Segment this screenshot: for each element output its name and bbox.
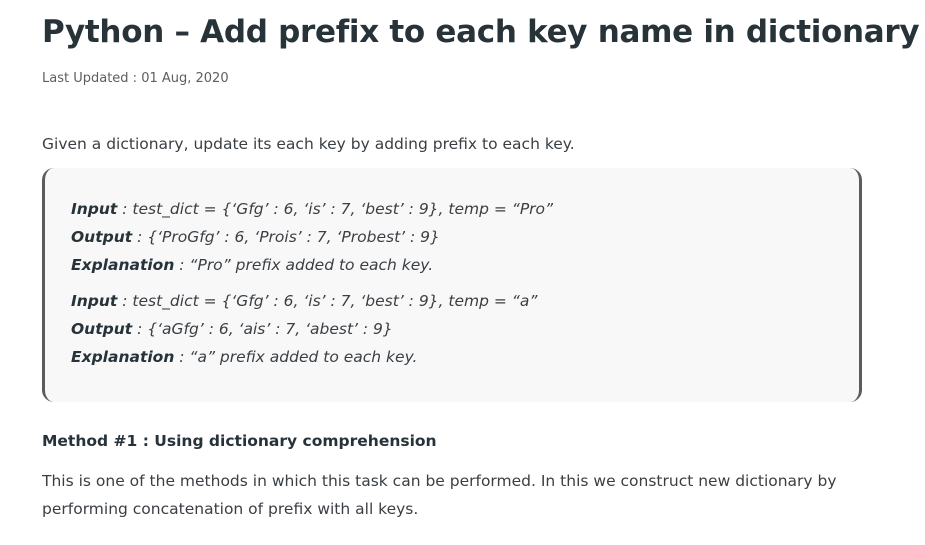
example-output-line: Output : {‘aGfg’ : 6, ‘ais’ : 7, ‘abest’… bbox=[71, 315, 859, 343]
last-updated-date: Last Updated : 01 Aug, 2020 bbox=[42, 71, 229, 86]
output-label: Output bbox=[71, 320, 133, 338]
example-output-line: Output : {‘ProGfg’ : 6, ‘Prois’ : 7, ‘Pr… bbox=[71, 223, 859, 251]
example-input-line: Input : test_dict = {‘Gfg’ : 6, ‘is’ : 7… bbox=[71, 287, 859, 315]
example-input-line: Input : test_dict = {‘Gfg’ : 6, ‘is’ : 7… bbox=[71, 195, 859, 223]
input-label: Input bbox=[71, 200, 118, 218]
example-group-1: Input : test_dict = {‘Gfg’ : 6, ‘is’ : 7… bbox=[71, 195, 859, 279]
intro-paragraph: Given a dictionary, update its each key … bbox=[42, 135, 575, 153]
output-value: : {‘aGfg’ : 6, ‘ais’ : 7, ‘abest’ : 9} bbox=[132, 320, 393, 338]
input-value: : test_dict = {‘Gfg’ : 6, ‘is’ : 7, ‘bes… bbox=[117, 200, 554, 218]
explanation-label: Explanation bbox=[71, 256, 175, 274]
page-title: Python – Add prefix to each key name in … bbox=[42, 14, 920, 50]
example-explanation-line: Explanation : “Pro” prefix added to each… bbox=[71, 251, 859, 279]
input-label: Input bbox=[71, 292, 118, 310]
explanation-label: Explanation bbox=[71, 348, 175, 366]
explanation-value: : “Pro” prefix added to each key. bbox=[174, 256, 434, 274]
example-group-2: Input : test_dict = {‘Gfg’ : 6, ‘is’ : 7… bbox=[71, 287, 859, 371]
example-box: Input : test_dict = {‘Gfg’ : 6, ‘is’ : 7… bbox=[42, 168, 862, 402]
method-heading: Method #1 : Using dictionary comprehensi… bbox=[42, 432, 437, 450]
example-explanation-line: Explanation : “a” prefix added to each k… bbox=[71, 343, 859, 371]
output-label: Output bbox=[71, 228, 133, 246]
output-value: : {‘ProGfg’ : 6, ‘Prois’ : 7, ‘Probest’ … bbox=[132, 228, 440, 246]
input-value: : test_dict = {‘Gfg’ : 6, ‘is’ : 7, ‘bes… bbox=[117, 292, 538, 310]
explanation-value: : “a” prefix added to each key. bbox=[174, 348, 418, 366]
method-description: This is one of the methods in which this… bbox=[42, 472, 837, 518]
